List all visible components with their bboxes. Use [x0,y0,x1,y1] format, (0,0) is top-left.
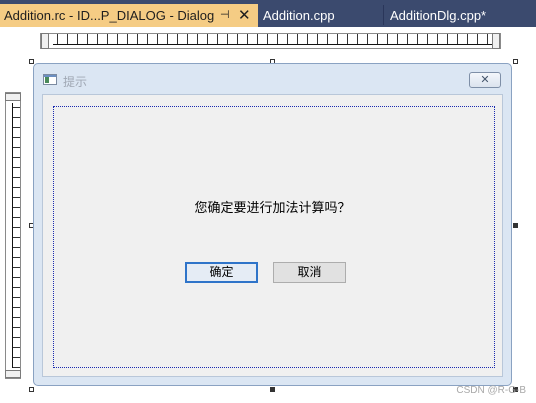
window-icon [43,74,57,85]
ruler-ticks [12,93,20,378]
ok-button[interactable]: 确定 [185,262,258,283]
resize-handle-right[interactable] [513,223,518,228]
resize-handle-bottom[interactable] [270,387,275,392]
resize-handle-bottom-left[interactable] [29,387,34,392]
watermark: CSDN @R-G-B [456,385,526,396]
dialog-close-button[interactable]: ✕ [469,72,501,88]
ruler-left-grip[interactable] [41,33,49,49]
pin-icon[interactable]: ⊣ [220,4,230,27]
tab-label: Addition.rc - ID...P_DIALOG - Dialog [4,8,215,23]
document-tab-strip: Addition.rc - ID...P_DIALOG - Dialog ⊣ ✕… [0,0,536,27]
ruler-right-grip[interactable] [492,33,500,49]
close-icon: ✕ [480,74,490,86]
dialog-title: 提示 [63,75,88,89]
ruler-baseline [12,103,13,368]
tab-label: Addition.cpp [263,8,335,23]
dialog-margin-guide [53,106,495,368]
tab-addition-cpp[interactable]: Addition.cpp [263,5,335,26]
tab-addition-rc-dialog[interactable]: Addition.rc - ID...P_DIALOG - Dialog ⊣ ✕ [0,4,258,27]
tab-label: AdditionDlg.cpp* [390,8,487,23]
dialog-titlebar[interactable]: 提示 ✕ [34,64,511,94]
close-icon[interactable]: ✕ [238,4,251,27]
dialog-client-area[interactable]: 您确定要进行加法计算吗？ 确定 取消 [42,94,503,377]
horizontal-ruler[interactable] [40,33,501,49]
ruler-ticks [41,34,500,44]
prompt-static-text[interactable]: 您确定要进行加法计算吗？ [43,197,502,216]
dialog-template[interactable]: 提示 ✕ 您确定要进行加法计算吗？ 确定 取消 [33,63,512,386]
tab-separator [383,5,384,25]
tab-additiondlg-cpp[interactable]: AdditionDlg.cpp* [390,5,486,26]
ruler-bottom-grip[interactable] [5,370,21,378]
ruler-top-grip[interactable] [5,93,21,101]
ruler-baseline [53,44,492,45]
vertical-ruler[interactable] [5,92,21,379]
resize-handle-top-right[interactable] [513,59,518,64]
cancel-button[interactable]: 取消 [273,262,346,283]
